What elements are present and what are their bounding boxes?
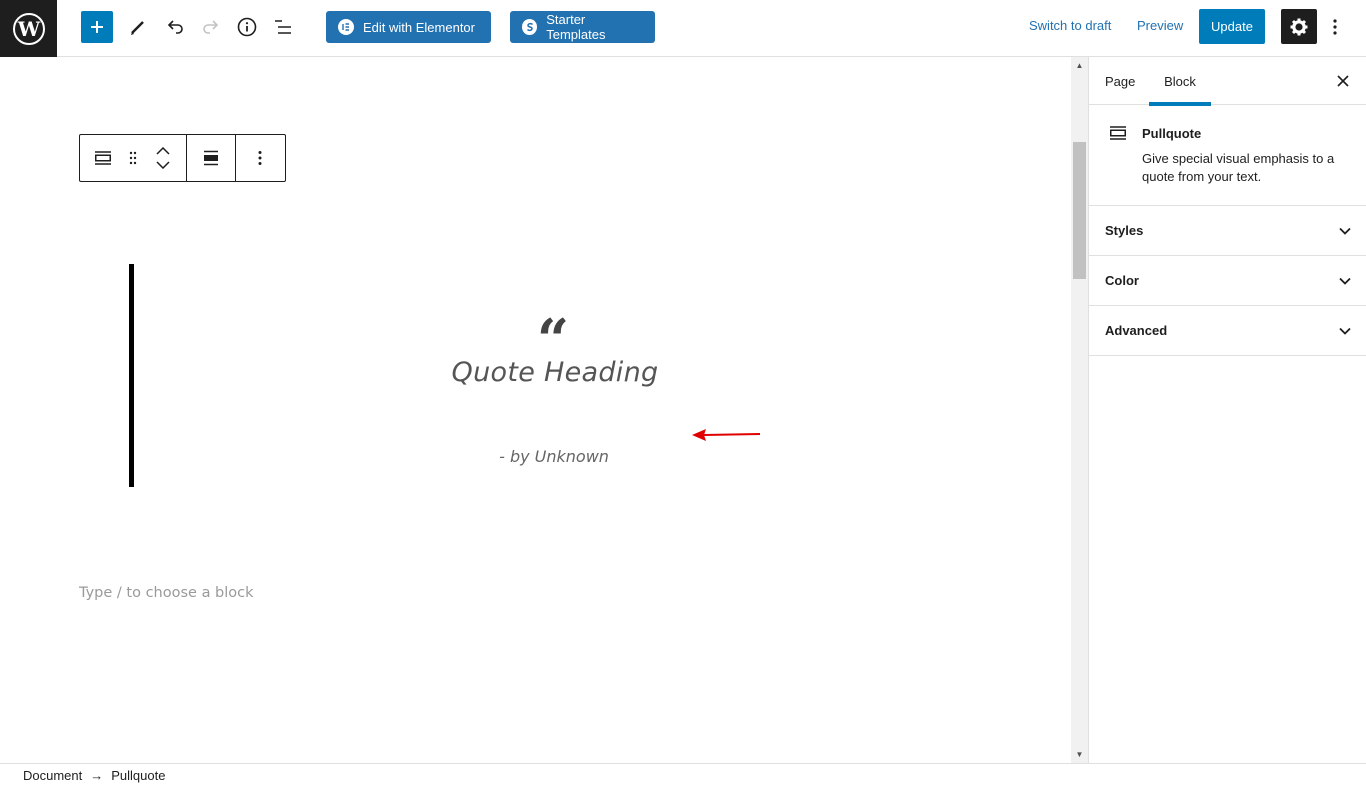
- block-toolbar-group-options: [236, 135, 284, 181]
- panel-color[interactable]: Color: [1089, 256, 1366, 306]
- list-view-icon: [275, 20, 291, 34]
- scrollbar-thumb[interactable]: [1073, 142, 1086, 279]
- plus-icon: [91, 21, 103, 33]
- block-appender-placeholder[interactable]: Type / to choose a block: [79, 585, 254, 601]
- drag-handle[interactable]: [126, 135, 140, 181]
- panel-color-label: Color: [1105, 273, 1139, 288]
- edit-with-elementor-button[interactable]: Edit with Elementor: [326, 11, 491, 43]
- tab-page[interactable]: Page: [1105, 57, 1135, 105]
- tab-block[interactable]: Block: [1149, 57, 1211, 106]
- red-arrow-annotation: [692, 429, 761, 441]
- close-icon: [1337, 75, 1349, 87]
- block-toolbar-group-switcher: [80, 135, 187, 181]
- settings-sidebar: Page Block Pullquote Give special visual…: [1088, 57, 1366, 763]
- drag-handle-icon: [129, 151, 137, 165]
- gear-icon: [1290, 18, 1308, 35]
- options-menu-button[interactable]: [1325, 12, 1345, 42]
- redo-button[interactable]: [195, 11, 227, 43]
- block-card: Pullquote Give special visual emphasis t…: [1089, 105, 1366, 206]
- block-toolbar-group-align: [187, 135, 236, 181]
- scroll-up-arrow[interactable]: ▲: [1071, 57, 1088, 74]
- panel-advanced-label: Advanced: [1105, 323, 1168, 338]
- update-button[interactable]: Update: [1199, 9, 1265, 44]
- editor-scrollbar[interactable]: ▲ ▼: [1071, 57, 1088, 763]
- starter-templates-button[interactable]: Starter Templates: [510, 11, 655, 43]
- svg-text:W: W: [16, 17, 40, 41]
- more-vertical-icon: [1333, 19, 1337, 35]
- block-type-switcher[interactable]: [80, 135, 126, 181]
- more-vertical-icon: [258, 151, 262, 165]
- chevron-down-icon: [1339, 327, 1351, 335]
- pullquote-icon: [1110, 126, 1126, 140]
- align-button[interactable]: [187, 135, 235, 181]
- pullquote-icon: [95, 151, 111, 165]
- close-sidebar-button[interactable]: [1333, 71, 1353, 91]
- wordpress-logo-button[interactable]: W: [0, 0, 57, 57]
- panel-styles[interactable]: Styles: [1089, 206, 1366, 256]
- block-card-title: Pullquote: [1142, 126, 1202, 141]
- chevron-down-icon: [1339, 227, 1351, 235]
- edit-with-elementor-label: Edit with Elementor: [363, 19, 475, 35]
- add-block-button[interactable]: [81, 11, 113, 43]
- breadcrumb-document[interactable]: Document: [23, 768, 82, 783]
- redo-icon: [203, 20, 219, 34]
- align-none-icon: [204, 150, 218, 166]
- chevron-down-icon[interactable]: [156, 161, 170, 169]
- list-view-button[interactable]: [267, 11, 299, 43]
- chevron-up-icon[interactable]: [156, 147, 170, 155]
- block-options-button[interactable]: [236, 135, 284, 181]
- pencil-icon: [131, 21, 144, 35]
- pullquote-border: [129, 264, 134, 487]
- editor-canvas: “ Quote Heading - by Unknown Type / to c…: [0, 57, 1071, 763]
- scroll-down-arrow[interactable]: ▼: [1071, 746, 1088, 763]
- wordpress-icon: W: [12, 12, 45, 45]
- elementor-icon: [338, 19, 354, 35]
- pullquote-citation[interactable]: - by Unknown: [440, 447, 668, 466]
- editor-header: W Edit with Elementor Starter Templates …: [0, 0, 1366, 57]
- block-card-description: Give special visual emphasis to a quote …: [1142, 151, 1335, 184]
- breadcrumb: Document → Pullquote: [0, 763, 1366, 786]
- undo-button[interactable]: [159, 11, 191, 43]
- block-toolbar: [79, 134, 286, 182]
- breadcrumb-separator: →: [90, 767, 104, 783]
- switch-to-draft-button[interactable]: Switch to draft: [1029, 18, 1111, 33]
- starter-templates-icon: [522, 19, 538, 35]
- move-block-controls: [140, 135, 186, 181]
- settings-button[interactable]: [1281, 9, 1317, 44]
- tools-button[interactable]: [122, 11, 154, 43]
- panel-styles-label: Styles: [1105, 223, 1144, 238]
- details-button[interactable]: [231, 11, 263, 43]
- undo-icon: [167, 20, 183, 34]
- starter-templates-label: Starter Templates: [546, 12, 606, 42]
- sidebar-tabs: Page Block: [1089, 57, 1366, 106]
- panel-advanced[interactable]: Advanced: [1089, 306, 1366, 356]
- chevron-down-icon: [1339, 277, 1351, 285]
- pullquote-text[interactable]: Quote Heading: [420, 357, 690, 388]
- info-icon: [237, 17, 257, 37]
- preview-button[interactable]: Preview: [1137, 18, 1183, 33]
- breadcrumb-pullquote[interactable]: Pullquote: [111, 768, 165, 783]
